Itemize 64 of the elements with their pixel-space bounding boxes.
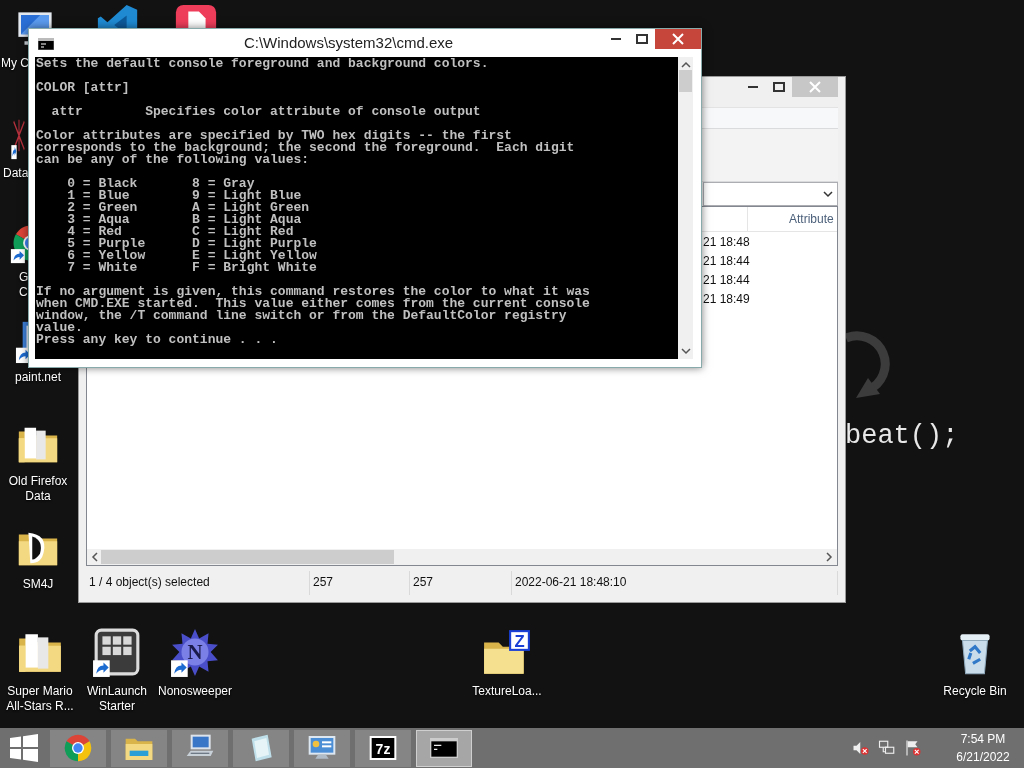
scroll-down-icon[interactable] bbox=[680, 346, 691, 356]
horizontal-scrollbar[interactable] bbox=[87, 549, 837, 565]
scrollbar[interactable] bbox=[678, 57, 693, 359]
console-line: can be any of the following values: bbox=[36, 154, 311, 166]
table-cell-text: 21 18:48 bbox=[703, 234, 750, 251]
clock-time[interactable]: 7:54 PM bbox=[960, 730, 1006, 748]
scroll-left-icon[interactable] bbox=[91, 552, 99, 562]
icon-label[interactable]: WinLaunch Starter bbox=[86, 684, 147, 714]
scroll-right-icon[interactable] bbox=[825, 552, 833, 562]
icon-label[interactable]: SM4J bbox=[22, 577, 54, 592]
console-line: Sets the default console foreground and background colors. bbox=[36, 58, 490, 70]
console-line: 0 = Black 8 = Gray bbox=[66, 178, 255, 190]
icon-label[interactable]: Nonosweeper bbox=[157, 684, 232, 699]
console-line: 3 = Aqua B = Light Aqua bbox=[66, 214, 303, 226]
status-text: 2022-06-21 18:48:10 bbox=[512, 571, 838, 595]
chevron-down-icon[interactable] bbox=[823, 190, 833, 198]
clock-date[interactable]: 6/21/2022 bbox=[956, 748, 1010, 766]
icon-label[interactable]: Data bbox=[0, 166, 29, 181]
maximize-icon[interactable] bbox=[636, 34, 648, 44]
close-button[interactable] bbox=[655, 29, 701, 49]
icon-label[interactable]: My C bbox=[0, 56, 29, 71]
console-line: Press any key to continue . . . bbox=[36, 334, 279, 346]
console-line: 5 = Purple D = Light Purple bbox=[66, 238, 318, 250]
taskbar-button[interactable] bbox=[416, 729, 472, 767]
table-cell-text: 21 18:49 bbox=[703, 291, 750, 308]
chrome-icon bbox=[62, 732, 94, 764]
table-cell-text: 21 18:44 bbox=[703, 253, 750, 270]
console-line: 4 = Red C = Light Red bbox=[66, 226, 294, 238]
console-line: Color attributes are specified by TWO hex digits -- the first bbox=[36, 130, 512, 142]
table-cell-text: 21 18:44 bbox=[703, 272, 750, 289]
scroll-up-icon[interactable] bbox=[680, 60, 691, 70]
taskbar-button[interactable]: 7z bbox=[355, 729, 411, 767]
console-line: attr Specifies color attribute of console output bbox=[50, 106, 482, 118]
console-line: 6 = Yellow E = Light Yellow bbox=[66, 250, 318, 262]
scroll-thumb[interactable] bbox=[679, 70, 692, 92]
scroll-thumb[interactable] bbox=[101, 550, 394, 564]
console-line: 2 = Green A = Light Green bbox=[66, 202, 311, 214]
icon-label[interactable]: TextureLoa... bbox=[472, 684, 542, 699]
close-icon[interactable] bbox=[672, 33, 684, 45]
console-line: If no argument is given, this command restores the color to what it was bbox=[36, 286, 591, 298]
status-text: 257 bbox=[310, 571, 410, 595]
network-icon[interactable] bbox=[878, 739, 896, 757]
status-text: 1 / 4 object(s) selected bbox=[86, 571, 310, 595]
flag-icon[interactable] bbox=[904, 739, 922, 757]
icon-label[interactable]: paint.net bbox=[14, 370, 61, 385]
console-line: when CMD.EXE started. This value either comes from the current console bbox=[36, 298, 591, 310]
start-button[interactable] bbox=[10, 734, 38, 762]
console-line: 1 = Blue 9 = Light Blue bbox=[66, 190, 302, 202]
console-icon bbox=[38, 38, 54, 50]
console-line: window, the /T command line switch or from the DefaultColor registry bbox=[36, 310, 568, 322]
console-line: 7 = White F = Bright White bbox=[66, 262, 318, 274]
column-header[interactable]: Attribute bbox=[747, 207, 837, 231]
status-text: 257 bbox=[410, 571, 512, 595]
console-line: COLOR [attr] bbox=[36, 82, 131, 94]
address-field[interactable] bbox=[703, 182, 838, 206]
icon-label[interactable]: Old Firefox Data bbox=[8, 474, 68, 504]
icon-label[interactable]: Recycle Bin bbox=[943, 684, 1007, 699]
window-title: C:\Windows\system32\cmd.exe bbox=[242, 33, 455, 53]
maximize-icon[interactable] bbox=[773, 82, 785, 92]
icon-label[interactable]: Super Mario All-Stars R... bbox=[6, 684, 74, 714]
wallpaper-text: beat(); bbox=[845, 420, 959, 453]
console-line: value. bbox=[36, 322, 83, 334]
icon-label[interactable]: G C bbox=[0, 270, 29, 300]
console-line: corresponds to the background; the second the foreground. Each digit bbox=[36, 142, 576, 154]
